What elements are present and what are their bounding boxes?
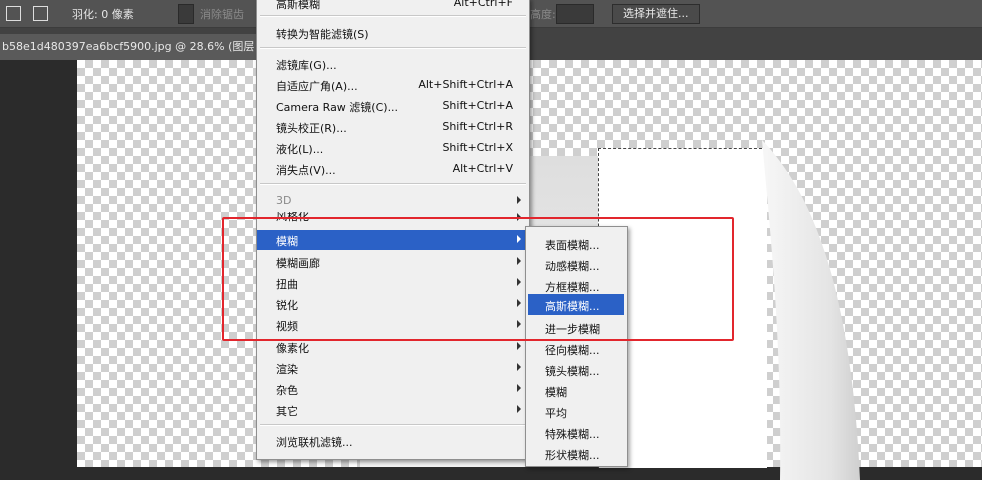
menu-item-shortcut: Shift+Ctrl+R [442, 120, 513, 133]
menu-separator [260, 424, 526, 426]
menu-item-label: 消失点(V)... [276, 164, 336, 177]
submenu-arrow-icon [517, 342, 521, 350]
menu-item-other[interactable]: 其它 [257, 400, 529, 420]
menu-item-label: Camera Raw 滤镜(C)... [276, 101, 399, 114]
menu-item-shortcut: Alt+Shift+Ctrl+A [418, 78, 513, 91]
submenu-arrow-icon [517, 405, 521, 413]
menu-item-filter-gallery[interactable]: 滤镜库(G)... [257, 54, 529, 74]
feather-label: 羽化: 0 像素 [72, 8, 134, 21]
menu-item-last-filter[interactable]: 高斯模糊 Alt+Ctrl+F [257, 0, 529, 13]
menu-item-lens-correction[interactable]: 镜头校正(R)... Shift+Ctrl+R [257, 117, 529, 137]
menu-item-shortcut: Alt+Ctrl+F [453, 0, 513, 9]
antialias-checkbox[interactable] [178, 4, 194, 24]
menu-item-label: 滤镜库(G)... [276, 59, 337, 72]
document-tab[interactable]: b58e1d480397ea6bcf5900.jpg @ 28.6% (图层 4 [0, 34, 264, 60]
submenu-item-label: 形状模糊... [545, 449, 600, 462]
submenu-item-label: 径向模糊... [545, 344, 600, 357]
menu-item-label: 其它 [276, 405, 298, 418]
submenu-arrow-icon [517, 196, 521, 204]
antialias-label: 消除锯齿 [200, 8, 244, 21]
menu-item-browse-online-filters[interactable]: 浏览联机滤镜... [257, 431, 529, 451]
menu-item-label: 3D [276, 194, 292, 207]
submenu-item-shape-blur[interactable]: 形状模糊... [526, 443, 627, 464]
submenu-item-radial-blur[interactable]: 径向模糊... [526, 338, 627, 359]
submenu-item-lens-blur[interactable]: 镜头模糊... [526, 359, 627, 380]
menu-item-3d[interactable]: 3D [257, 191, 529, 211]
menu-separator [260, 183, 526, 185]
menu-separator [260, 47, 526, 49]
submenu-item-smart-blur[interactable]: 特殊模糊... [526, 422, 627, 443]
submenu-item-label: 平均 [545, 407, 567, 420]
menu-item-camera-raw[interactable]: Camera Raw 滤镜(C)... Shift+Ctrl+A [257, 96, 529, 116]
menu-item-render[interactable]: 渲染 [257, 358, 529, 378]
menu-item-label: 高斯模糊 [276, 0, 320, 11]
menu-item-label: 像素化 [276, 342, 309, 355]
submenu-item-label: 镜头模糊... [545, 365, 600, 378]
menu-item-label: 自适应广角(A)... [276, 80, 358, 93]
menu-item-label: 浏览联机滤镜... [276, 436, 353, 449]
submenu-item-label: 特殊模糊... [545, 428, 600, 441]
menu-item-label: 镜头校正(R)... [276, 122, 347, 135]
menu-item-label: 液化(L)... [276, 143, 324, 156]
select-and-mask-button[interactable]: 选择并遮住... [612, 4, 700, 24]
menu-item-liquify[interactable]: 液化(L)... Shift+Ctrl+X [257, 138, 529, 158]
add-selection-icon[interactable] [33, 6, 48, 21]
submenu-item-blur[interactable]: 模糊 [526, 380, 627, 401]
menu-item-shortcut: Shift+Ctrl+A [442, 99, 513, 112]
annotation-highlight-box [222, 217, 734, 341]
menu-item-noise[interactable]: 杂色 [257, 379, 529, 399]
submenu-arrow-icon [517, 384, 521, 392]
new-selection-icon[interactable] [6, 6, 21, 21]
menu-item-label: 杂色 [276, 384, 298, 397]
menu-item-adaptive-wide-angle[interactable]: 自适应广角(A)... Alt+Shift+Ctrl+A [257, 75, 529, 95]
submenu-item-average[interactable]: 平均 [526, 401, 627, 422]
menu-separator [260, 15, 526, 17]
menu-item-label: 渲染 [276, 363, 298, 376]
submenu-item-label: 模糊 [545, 386, 567, 399]
menu-item-shortcut: Shift+Ctrl+X [442, 141, 513, 154]
height-input[interactable] [556, 4, 594, 24]
submenu-arrow-icon [517, 363, 521, 371]
petal-image [762, 140, 860, 480]
menu-item-label: 转换为智能滤镜(S) [276, 28, 369, 41]
menu-item-vanishing-point[interactable]: 消失点(V)... Alt+Ctrl+V [257, 159, 529, 179]
menu-item-convert-smart-filter[interactable]: 转换为智能滤镜(S) [257, 23, 529, 43]
height-label: 高度: [530, 8, 556, 21]
menu-item-shortcut: Alt+Ctrl+V [452, 162, 513, 175]
